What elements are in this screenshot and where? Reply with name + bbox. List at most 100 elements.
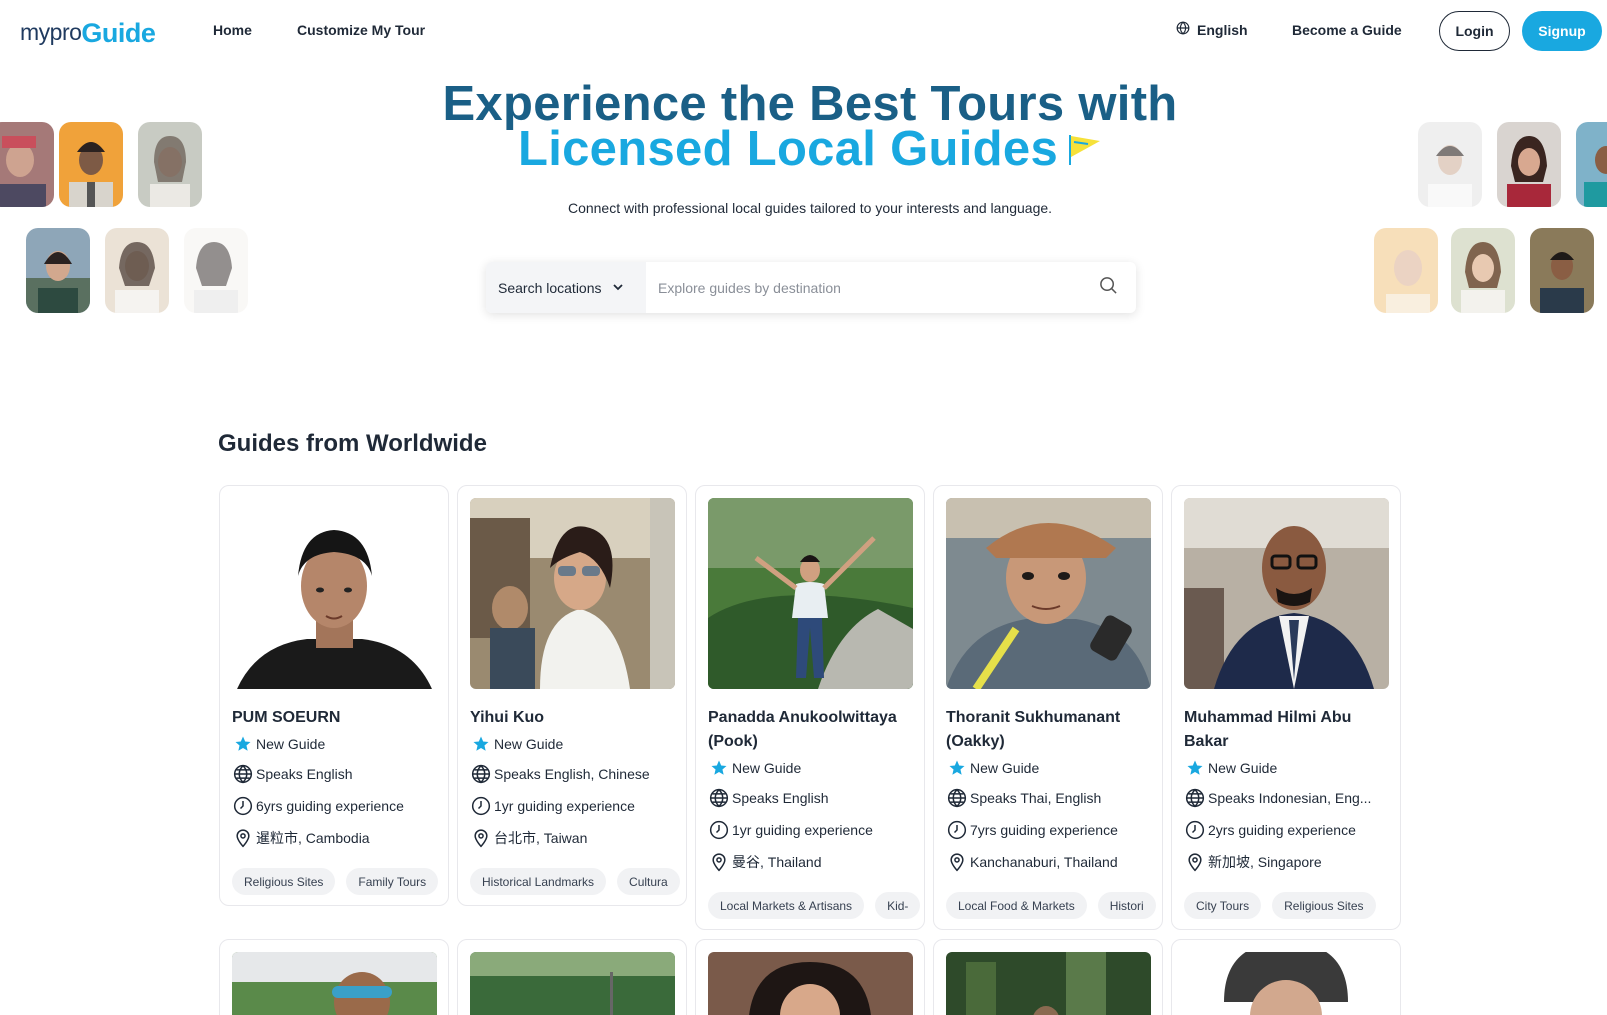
guide-location: Kanchanaburi, Thailand bbox=[946, 851, 1161, 873]
guide-experience-label: 1yr guiding experience bbox=[494, 798, 635, 814]
guide-status: New Guide bbox=[708, 757, 923, 779]
guide-status: New Guide bbox=[470, 733, 685, 755]
guide-tag[interactable]: Religious Sites bbox=[1272, 892, 1376, 919]
guide-name[interactable]: Panadda Anukoolwittaya (Pook) bbox=[708, 706, 913, 754]
guide-experience-label: 6yrs guiding experience bbox=[256, 798, 404, 814]
destination-search-input[interactable] bbox=[646, 262, 1080, 313]
guide-avatar-photo bbox=[26, 228, 90, 313]
map-pin-icon bbox=[232, 827, 254, 849]
guide-search-bar: Search locations bbox=[486, 262, 1136, 313]
guide-tag[interactable]: Local Markets & Artisans bbox=[708, 892, 865, 919]
star-icon bbox=[1184, 757, 1206, 779]
guide-card[interactable] bbox=[1171, 939, 1401, 1015]
guide-tag[interactable]: Historical Landmarks bbox=[470, 868, 607, 895]
flag-icon bbox=[1066, 129, 1102, 165]
globe-icon bbox=[470, 763, 492, 785]
guide-experience: 6yrs guiding experience bbox=[232, 795, 447, 817]
guide-languages-label: Speaks Indonesian, Eng... bbox=[1208, 790, 1372, 806]
nav-customize-tour-link[interactable]: Customize My Tour bbox=[297, 22, 425, 38]
guide-tag[interactable]: Histori bbox=[1097, 892, 1156, 919]
guide-photo bbox=[708, 952, 913, 1015]
location-select[interactable]: Search locations bbox=[486, 262, 646, 313]
guide-experience-label: 2yrs guiding experience bbox=[1208, 822, 1356, 838]
guide-card[interactable] bbox=[219, 939, 449, 1015]
star-icon bbox=[946, 757, 968, 779]
nav-home-link[interactable]: Home bbox=[213, 22, 252, 38]
guide-photo bbox=[708, 498, 913, 689]
guide-name[interactable]: Yihui Kuo bbox=[470, 706, 675, 730]
guide-experience: 1yr guiding experience bbox=[470, 795, 685, 817]
guide-status-label: New Guide bbox=[1208, 760, 1278, 776]
guide-card[interactable]: Muhammad Hilmi Abu Bakar New Guide Speak… bbox=[1171, 485, 1401, 930]
guide-tag[interactable]: Religious Sites bbox=[232, 868, 336, 895]
guide-status-label: New Guide bbox=[256, 736, 326, 752]
guide-photo bbox=[470, 952, 675, 1015]
map-pin-icon bbox=[470, 827, 492, 849]
signup-button[interactable]: Signup bbox=[1522, 11, 1602, 51]
guide-status-label: New Guide bbox=[494, 736, 564, 752]
guide-tag[interactable]: Family Tours bbox=[346, 868, 439, 895]
guide-avatar-photo bbox=[1374, 228, 1438, 313]
guide-avatar-photo bbox=[105, 228, 169, 313]
become-guide-link[interactable]: Become a Guide bbox=[1292, 22, 1402, 38]
guide-status: New Guide bbox=[946, 757, 1161, 779]
guide-avatar-photo bbox=[1451, 228, 1515, 313]
guide-tags: Local Food & Markets Histori bbox=[946, 892, 1162, 919]
guide-name[interactable]: Muhammad Hilmi Abu Bakar bbox=[1184, 706, 1389, 754]
hero-title-line-2-text: Licensed Local Guides bbox=[517, 122, 1058, 176]
guide-card[interactable]: Panadda Anukoolwittaya (Pook) New Guide … bbox=[695, 485, 925, 930]
language-label: English bbox=[1197, 21, 1248, 38]
globe-icon bbox=[708, 787, 730, 809]
guide-name[interactable]: PUM SOEURN bbox=[232, 706, 437, 730]
clock-icon bbox=[232, 795, 254, 817]
login-button[interactable]: Login bbox=[1439, 11, 1510, 51]
hero-title: Experience the Best Tours with Licensed … bbox=[0, 77, 1607, 174]
search-button[interactable] bbox=[1080, 262, 1136, 313]
clock-icon bbox=[946, 819, 968, 841]
guide-photo bbox=[232, 952, 437, 1015]
guide-status-label: New Guide bbox=[732, 760, 802, 776]
globe-icon bbox=[946, 787, 968, 809]
guide-status: New Guide bbox=[1184, 757, 1399, 779]
guide-photo bbox=[470, 498, 675, 689]
guide-card[interactable]: PUM SOEURN New Guide Speaks English 6yrs… bbox=[219, 485, 449, 906]
guide-tag[interactable]: Local Food & Markets bbox=[946, 892, 1087, 919]
map-pin-icon bbox=[946, 851, 968, 873]
chevron-down-icon bbox=[612, 280, 624, 296]
guide-card[interactable] bbox=[933, 939, 1163, 1015]
top-navigation: mypro Guide Home Customize My Tour Englis… bbox=[0, 0, 1607, 62]
guide-avatar-photo bbox=[1530, 228, 1594, 313]
guide-tag[interactable]: Cultura bbox=[617, 868, 680, 895]
guide-location-label: Kanchanaburi, Thailand bbox=[970, 854, 1118, 870]
clock-icon bbox=[1184, 819, 1206, 841]
guide-languages-label: Speaks English, Chinese bbox=[494, 766, 650, 782]
guide-card[interactable]: Thoranit Sukhumanant (Oakky) New Guide S… bbox=[933, 485, 1163, 930]
site-logo[interactable]: mypro Guide bbox=[20, 13, 156, 48]
guide-card[interactable]: Yihui Kuo New Guide Speaks English, Chin… bbox=[457, 485, 687, 906]
guide-location-label: 暹粒市, Cambodia bbox=[256, 830, 370, 846]
guide-location: 曼谷, Thailand bbox=[708, 851, 923, 873]
guide-photo bbox=[232, 498, 437, 689]
hero-subtitle: Connect with professional local guides t… bbox=[567, 200, 1053, 216]
guide-tag[interactable]: City Tours bbox=[1184, 892, 1262, 919]
logo-text-guide: Guide bbox=[81, 18, 156, 48]
guide-tag[interactable]: Kid- bbox=[875, 892, 921, 919]
guide-card[interactable] bbox=[695, 939, 925, 1015]
guide-name[interactable]: Thoranit Sukhumanant (Oakky) bbox=[946, 706, 1151, 754]
guide-tags: Local Markets & Artisans Kid- bbox=[708, 892, 924, 919]
map-pin-icon bbox=[1184, 851, 1206, 873]
guide-languages: Speaks English bbox=[232, 763, 447, 785]
guide-card[interactable] bbox=[457, 939, 687, 1015]
language-selector[interactable]: English bbox=[1176, 21, 1248, 38]
guide-languages: Speaks Indonesian, Eng... bbox=[1184, 787, 1399, 809]
guide-location-label: 新加坡, Singapore bbox=[1208, 854, 1322, 870]
hero-title-line-1: Experience the Best Tours with bbox=[442, 77, 1178, 131]
guide-photo bbox=[946, 498, 1151, 689]
star-icon bbox=[232, 733, 254, 755]
guide-location: 新加坡, Singapore bbox=[1184, 851, 1399, 873]
hero-title-line-2: Licensed Local Guides bbox=[0, 125, 1607, 174]
guide-experience-label: 7yrs guiding experience bbox=[970, 822, 1118, 838]
guide-photo bbox=[946, 952, 1151, 1015]
guide-location: 台北市, Taiwan bbox=[470, 827, 685, 849]
guide-experience: 7yrs guiding experience bbox=[946, 819, 1161, 841]
